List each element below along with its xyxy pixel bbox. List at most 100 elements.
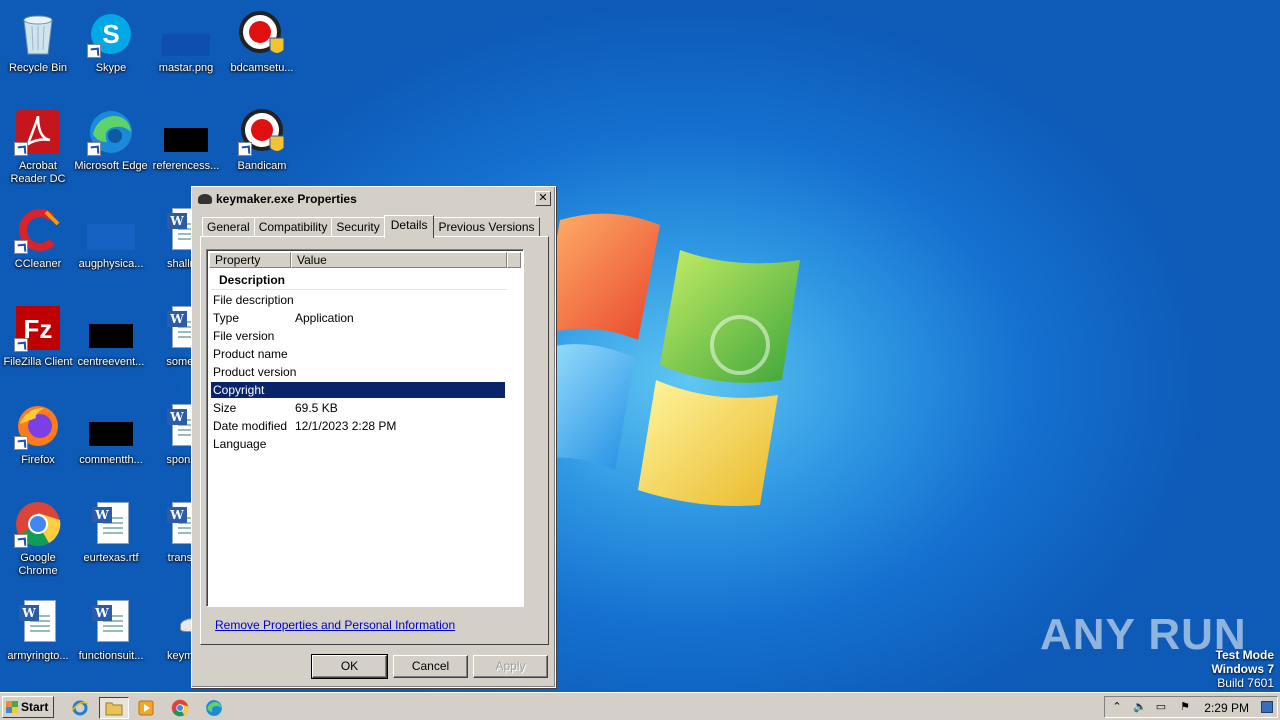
windows-wallpaper-logo <box>525 213 800 506</box>
property-name: Product name <box>213 347 288 361</box>
image-file-icon <box>162 10 210 58</box>
image-file-icon <box>162 108 210 156</box>
tab-previous-versions[interactable]: Previous Versions <box>433 217 540 237</box>
os-build-info: Test Mode Windows 7 Build 7601 <box>1211 648 1274 690</box>
desktop-icon-filezilla[interactable]: Fz FileZilla Client <box>0 298 76 386</box>
list-item[interactable]: Language <box>211 436 505 452</box>
show-desktop-icon[interactable] <box>1261 701 1273 713</box>
desktop-icon-centreevent[interactable]: centreevent... <box>73 298 149 386</box>
windows-version-label: Windows 7 <box>1211 662 1274 676</box>
list-item[interactable]: Product name <box>211 346 505 362</box>
test-mode-label: Test Mode <box>1215 648 1274 662</box>
explorer-folder-icon[interactable] <box>99 697 129 719</box>
desktop-icon-label: referencess... <box>152 160 220 172</box>
property-name: Date modified <box>213 419 288 433</box>
desktop-icon-label: Recycle Bin <box>8 62 68 74</box>
ok-button[interactable]: OK <box>311 654 388 679</box>
desktop-icon-ccleaner[interactable]: CCleaner <box>0 200 76 288</box>
desktop-icon-referencess[interactable]: referencess... <box>148 102 224 190</box>
desktop-icon-augphysica[interactable]: augphysica... <box>73 200 149 288</box>
system-tray: ⌃ 🔈 ▭ ⚑ 2:29 PM <box>1104 696 1278 718</box>
image-file-icon <box>87 206 135 254</box>
windows-flag-icon <box>6 701 18 713</box>
bandicam-icon <box>238 108 286 156</box>
desktop-icon-label: Skype <box>95 62 127 74</box>
desktop-icon-eurtexas[interactable]: W eurtexas.rtf <box>73 494 149 582</box>
list-item[interactable]: Type Application <box>211 310 505 326</box>
build-label: Build 7601 <box>1217 676 1274 690</box>
desktop-icon-label: armyringto... <box>7 650 69 662</box>
list-item[interactable]: Date modified 12/1/2023 2:28 PM <box>211 418 505 434</box>
list-item[interactable]: Size 69.5 KB <box>211 400 505 416</box>
desktop-icon-skype[interactable]: S Skype <box>73 4 149 92</box>
desktop-icon-label: Google Chrome <box>18 552 58 577</box>
desktop-icon-firefox[interactable]: Firefox <box>0 396 76 484</box>
desktop-icon-label: Firefox <box>21 454 55 466</box>
desktop-icon-label: CCleaner <box>14 258 62 270</box>
list-item-selected[interactable]: Copyright <box>211 382 505 398</box>
desktop-icon-mastar-png[interactable]: mastar.png <box>148 4 224 92</box>
desktop-icon-label: Microsoft Edge <box>74 160 148 172</box>
desktop-icon-recycle-bin[interactable]: Recycle Bin <box>0 4 76 92</box>
list-item[interactable]: File description <box>211 292 505 308</box>
shortcut-arrow-icon <box>14 240 28 254</box>
column-header-value[interactable]: Value <box>291 252 507 268</box>
cancel-button[interactable]: Cancel <box>393 655 468 678</box>
tab-strip: General Compatibility Security Details P… <box>202 215 540 238</box>
volume-icon[interactable]: 🔈 <box>1133 701 1147 713</box>
word-document-icon: W <box>14 598 62 646</box>
recycle-bin-icon <box>14 10 62 58</box>
details-list[interactable]: Property Value Description File descript… <box>206 249 524 607</box>
property-value: Application <box>295 311 354 325</box>
desktop-icon-label: augphysica... <box>78 258 144 270</box>
action-center-flag-icon[interactable]: ⚑ <box>1179 701 1191 713</box>
shortcut-arrow-icon <box>238 142 252 156</box>
edge-icon <box>87 108 135 156</box>
media-player-icon[interactable] <box>134 697 158 719</box>
desktop-icon-label: functionsuit... <box>78 650 144 662</box>
shortcut-arrow-icon <box>14 436 28 450</box>
property-value: 12/1/2023 2:28 PM <box>295 419 397 433</box>
column-header-property[interactable]: Property <box>209 252 291 268</box>
desktop-icon-commentth[interactable]: commentth... <box>73 396 149 484</box>
apply-button[interactable]: Apply <box>473 655 548 678</box>
tab-security[interactable]: Security <box>331 217 385 237</box>
property-name: Product version <box>213 365 297 379</box>
taskbar-clock[interactable]: 2:29 PM <box>1204 701 1249 715</box>
skype-icon: S <box>87 10 135 58</box>
tab-compatibility[interactable]: Compatibility <box>253 217 333 237</box>
edge-icon[interactable] <box>202 697 226 719</box>
list-item[interactable]: File version <box>211 328 505 344</box>
desktop-icon-acrobat-reader[interactable]: Acrobat Reader DC <box>0 102 76 190</box>
close-button[interactable]: ✕ <box>535 191 551 206</box>
dialog-titlebar[interactable]: keymaker.exe Properties ✕ <box>194 189 553 209</box>
tab-details[interactable]: Details <box>383 215 435 238</box>
remove-properties-link[interactable]: Remove Properties and Personal Informati… <box>215 618 455 632</box>
shortcut-arrow-icon <box>87 142 101 156</box>
chrome-icon[interactable] <box>168 697 192 719</box>
desktop-icon-label: FileZilla Client <box>3 356 73 368</box>
bandicam-setup-icon <box>238 10 286 58</box>
desktop-icon-microsoft-edge[interactable]: Microsoft Edge <box>73 102 149 190</box>
show-hidden-icons-chevron-icon[interactable]: ⌃ <box>1111 701 1123 713</box>
desktop-icon-functionsuit[interactable]: W functionsuit... <box>73 592 149 680</box>
start-label: Start <box>21 700 49 714</box>
network-icon[interactable]: ▭ <box>1155 701 1167 713</box>
property-name: Size <box>213 401 237 415</box>
keymaker-app-icon <box>198 194 212 204</box>
shortcut-arrow-icon <box>87 44 101 58</box>
property-name: Copyright <box>213 383 265 397</box>
taskbar: Start ⌃ 🔈 ▭ ⚑ 2:29 PM <box>0 692 1280 720</box>
desktop-icon-label: eurtexas.rtf <box>83 552 139 564</box>
filezilla-icon: Fz <box>14 304 62 352</box>
property-value: 69.5 KB <box>295 401 338 415</box>
image-file-icon <box>87 402 135 450</box>
desktop-icon-google-chrome[interactable]: Google Chrome <box>0 494 76 582</box>
internet-explorer-icon[interactable] <box>68 697 92 719</box>
desktop-icon-armyringto[interactable]: W armyringto... <box>0 592 76 680</box>
desktop-icon-bandicam[interactable]: Bandicam <box>224 102 300 190</box>
start-button[interactable]: Start <box>2 696 54 718</box>
list-item[interactable]: Product version <box>211 364 505 380</box>
tab-general[interactable]: General <box>202 217 255 237</box>
desktop-icon-bdcamsetup[interactable]: bdcamsetu... <box>224 4 300 92</box>
